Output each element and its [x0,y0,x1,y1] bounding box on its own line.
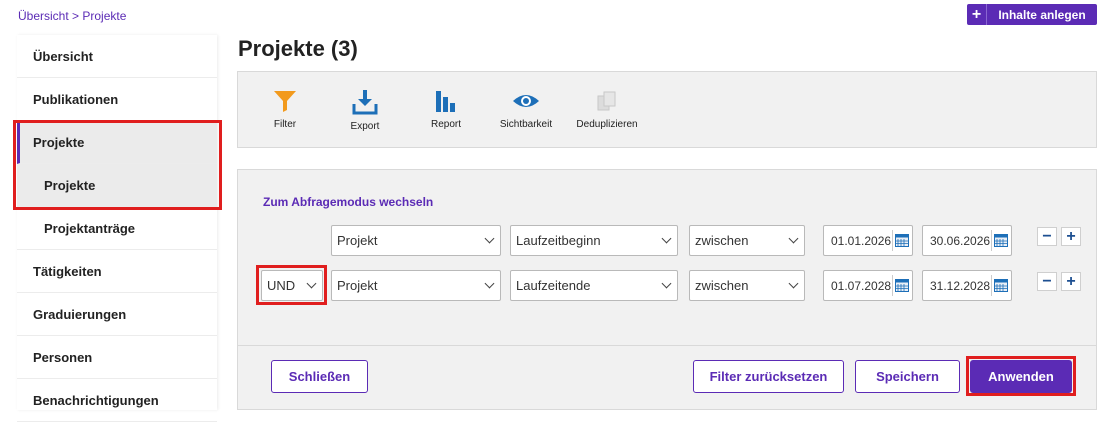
row1-field-value: Projekt [337,233,378,248]
chevron-down-icon [788,278,799,289]
row1-remove-button[interactable]: − [1037,227,1057,246]
export-tool-label: Export [350,121,380,132]
row1-date-from-value: 01.01.2026 [831,233,892,248]
download-icon [352,90,378,115]
row2-date-to-input[interactable]: 31.12.2028 [922,270,1012,301]
sidebar-item-overview[interactable]: Übersicht [17,35,217,78]
chevron-down-icon [484,278,495,289]
row1-date-to-value: 30.06.2026 [930,233,991,248]
sidebar-item-graduations[interactable]: Graduierungen [17,293,217,336]
dedupe-tool-button[interactable]: Deduplizieren [567,72,647,149]
row1-attribute-value: Laufzeitbeginn [516,233,601,248]
row2-attribute-select[interactable]: Laufzeitende [510,270,678,301]
row2-field-select[interactable]: Projekt [331,270,501,301]
sidebar-item-notifications[interactable]: Benachrichtigungen [17,379,217,422]
sidebar-subitem-projects[interactable]: Projekte [17,164,217,207]
row2-attribute-value: Laufzeitende [516,278,591,293]
sidebar-nav: Übersicht Publikationen Projekte Projekt… [17,35,217,422]
row2-remove-button[interactable]: − [1037,272,1057,291]
report-tool-button[interactable]: Report [406,72,486,149]
reset-filter-button[interactable]: Filter zurücksetzen [693,360,844,393]
row1-operator-select[interactable]: zwischen [689,225,805,256]
row2-operator-select[interactable]: zwischen [689,270,805,301]
panel-divider [238,345,1096,346]
row2-operator-value: zwischen [695,278,749,293]
calendar-icon[interactable] [991,275,1010,296]
chevron-down-icon [661,233,672,244]
sidebar-item-activities[interactable]: Tätigkeiten [17,250,217,293]
bar-chart-icon [436,91,455,112]
visibility-tool-label: Sichtbarkeit [499,119,553,130]
sidebar-item-persons[interactable]: Personen [17,336,217,379]
row1-date-from-input[interactable]: 01.01.2026 [823,225,913,256]
funnel-icon [274,91,296,112]
create-content-button[interactable]: + Inhalte anlegen [967,4,1097,25]
breadcrumb-current[interactable]: Projekte [82,9,126,23]
toolbar: Filter Export Report Sichtbarkeit Dedupl… [237,71,1097,148]
breadcrumb: Übersicht > Projekte [18,9,126,23]
row2-field-value: Projekt [337,278,378,293]
calendar-icon[interactable] [991,230,1010,251]
row2-date-to-value: 31.12.2028 [930,278,991,293]
page-title: Projekte (3) [238,36,358,61]
row1-add-button[interactable]: + [1061,227,1081,246]
dedupe-tool-label: Deduplizieren [576,119,638,130]
create-content-label: Inhalte anlegen [998,7,1086,22]
highlight-box-apply [966,356,1076,396]
row2-date-from-value: 01.07.2028 [831,278,892,293]
report-tool-label: Report [430,119,461,130]
close-button[interactable]: Schließen [271,360,368,393]
plus-icon: + [967,4,987,25]
row1-attribute-select[interactable]: Laufzeitbeginn [510,225,678,256]
row2-date-from-input[interactable]: 01.07.2028 [823,270,913,301]
duplicate-icon [597,91,616,111]
row2-add-button[interactable]: + [1061,272,1081,291]
calendar-icon[interactable] [892,275,911,296]
row1-date-to-input[interactable]: 30.06.2026 [922,225,1012,256]
query-mode-link[interactable]: Zum Abfragemodus wechseln [263,195,433,209]
chevron-down-icon [484,233,495,244]
sidebar-item-projects[interactable]: Projekte [17,121,217,164]
breadcrumb-home-link[interactable]: Übersicht [18,9,69,23]
highlight-box-logic [256,265,327,305]
sidebar-item-publications[interactable]: Publikationen [17,78,217,121]
eye-icon [513,95,539,107]
row1-field-select[interactable]: Projekt [331,225,501,256]
breadcrumb-separator: > [68,9,83,23]
chevron-down-icon [661,278,672,289]
filter-tool-label: Filter [273,119,297,130]
save-button[interactable]: Speichern [855,360,960,393]
chevron-down-icon [788,233,799,244]
row1-operator-value: zwischen [695,233,749,248]
visibility-tool-button[interactable]: Sichtbarkeit [486,72,566,149]
sidebar-subitem-project-applications[interactable]: Projektanträge [17,207,217,250]
calendar-icon[interactable] [892,230,911,251]
export-tool-button[interactable]: Export [325,72,405,149]
filter-tool-button[interactable]: Filter [245,72,325,149]
